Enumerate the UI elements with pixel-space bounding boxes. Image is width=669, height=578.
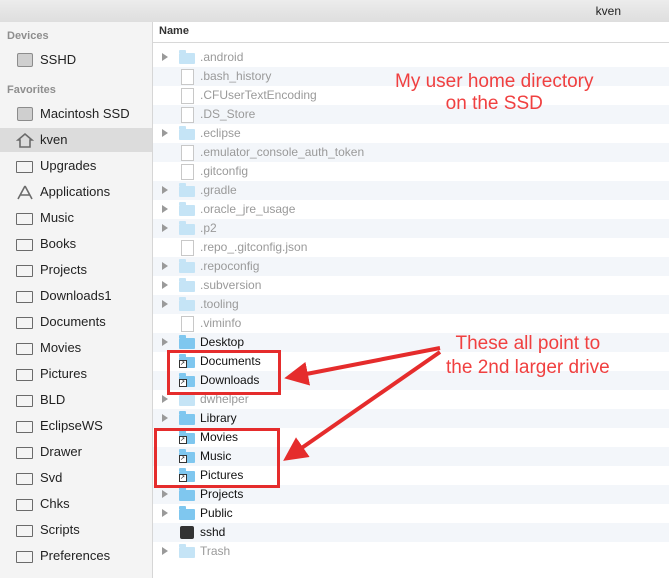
annotation-arrows bbox=[283, 346, 442, 461]
arrow-to-docs bbox=[284, 346, 441, 386]
arrow-to-media bbox=[283, 350, 442, 461]
